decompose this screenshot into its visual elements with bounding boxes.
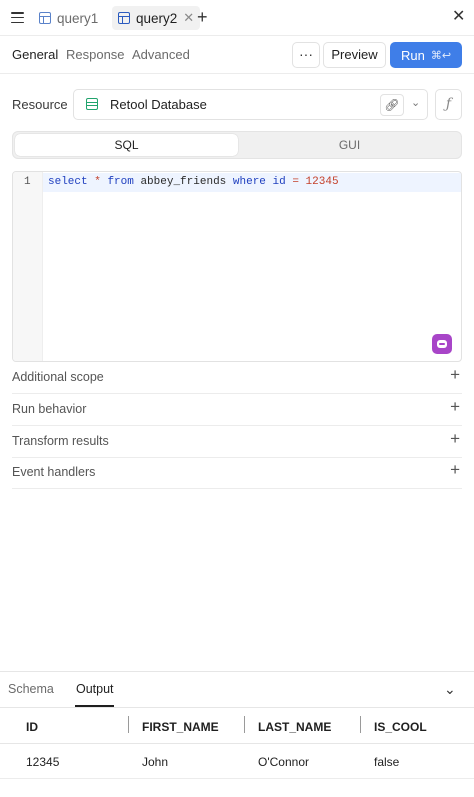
section-additional-scope[interactable]: Additional scope + (12, 363, 462, 394)
table-icon (39, 12, 51, 24)
section-run-behavior[interactable]: Run behavior + (12, 395, 462, 426)
table-header: ID FIRST_NAME LAST_NAME IS_COOL (0, 707, 474, 744)
column-resize-handle[interactable] (128, 716, 129, 733)
tab-schema[interactable]: Schema (8, 682, 54, 696)
section-label: Event handlers (12, 465, 96, 479)
code-token: id (272, 176, 286, 188)
code-line[interactable]: select * from abbey_friends where id = 1… (48, 176, 339, 188)
tab-general[interactable]: General (12, 47, 58, 62)
tab-query1[interactable]: query1 (33, 6, 104, 30)
tab-query2[interactable]: query2 ✕ (112, 6, 201, 30)
column-resize-handle[interactable] (244, 716, 245, 733)
section-label: Additional scope (12, 370, 104, 384)
resource-name: Retool Database (110, 97, 207, 112)
database-table-icon (86, 98, 98, 110)
table-cell: false (374, 755, 400, 769)
mode-gui[interactable]: GUI (238, 134, 461, 156)
tab-output[interactable]: Output (76, 682, 114, 696)
run-button[interactable]: Run ⌘↩ (390, 42, 462, 68)
table-icon (118, 12, 130, 24)
code-token: abbey_friends (140, 176, 227, 188)
more-options-button[interactable]: ··· (292, 42, 320, 68)
mode-sql[interactable]: SQL (15, 134, 238, 156)
code-token: * (94, 176, 101, 188)
menu-icon[interactable] (11, 12, 24, 24)
link-icon[interactable]: 🔗︎ (380, 94, 404, 116)
column-resize-handle[interactable] (360, 716, 361, 733)
query-tab-bar: query1 query2 ✕ + ✕ (0, 0, 474, 36)
line-gutter: 1 (13, 172, 43, 361)
table-cell: 12345 (26, 755, 60, 769)
run-label: Run (400, 47, 425, 63)
code-token: where (232, 176, 266, 188)
close-icon[interactable]: ✕ (183, 10, 194, 26)
code-token: select (48, 176, 88, 188)
plus-icon[interactable]: + (450, 461, 460, 479)
line-number: 1 (24, 176, 31, 188)
output-panel: Schema Output ⌄ ID FIRST_NAME LAST_NAME … (0, 671, 474, 797)
code-token: from (107, 176, 134, 188)
code-token: 12345 (305, 176, 339, 188)
plus-icon[interactable]: + (450, 430, 460, 448)
resource-select[interactable]: Retool Database 🔗︎ ⌄ (73, 89, 428, 120)
plus-icon[interactable]: + (450, 398, 460, 416)
code-token: = (292, 176, 299, 188)
section-event-handlers[interactable]: Event handlers + (12, 458, 462, 489)
table-cell: John (142, 755, 169, 769)
column-header[interactable]: LAST_NAME (258, 720, 331, 734)
chevron-down-icon[interactable]: ⌄ (444, 681, 456, 698)
close-panel-icon[interactable]: ✕ (452, 8, 465, 26)
section-label: Run behavior (12, 402, 87, 416)
tab-response[interactable]: Response (66, 47, 125, 62)
section-label: Transform results (12, 434, 109, 448)
run-shortcut: ⌘↩ (430, 49, 452, 62)
preview-button[interactable]: Preview (323, 42, 386, 68)
ai-assistant-icon[interactable] (432, 334, 452, 354)
column-header[interactable]: ID (26, 720, 38, 734)
column-header[interactable]: IS_COOL (374, 720, 427, 734)
resource-label: Resource (12, 97, 68, 112)
tab-advanced[interactable]: Advanced (132, 47, 190, 62)
section-transform-results[interactable]: Transform results + (12, 427, 462, 458)
chevron-down-icon[interactable]: ⌄ (411, 96, 420, 109)
plus-icon[interactable]: + (450, 366, 460, 384)
fx-button[interactable]: ƒ (435, 89, 462, 120)
sql-editor[interactable]: 1 select * from abbey_friends where id =… (12, 171, 462, 362)
table-cell: O'Connor (258, 755, 309, 769)
tab-label: query2 (136, 10, 178, 26)
plus-icon[interactable]: + (197, 8, 208, 26)
column-header[interactable]: FIRST_NAME (142, 720, 219, 734)
query-mode-toggle: SQL GUI (12, 131, 462, 159)
tab-label: query1 (57, 10, 99, 26)
table-row[interactable]: 12345 John O'Connor false (0, 744, 474, 779)
